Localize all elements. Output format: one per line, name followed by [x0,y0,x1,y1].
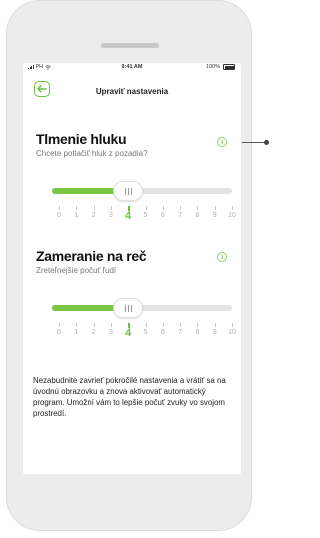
scale-tick [93,206,95,210]
scale-label: 3 [108,212,113,219]
speech-focus-title: Zameranie na reč [36,248,147,264]
scale-label: 6 [160,329,165,336]
slider-thumb[interactable] [113,181,144,201]
scale-label: 6 [160,212,165,219]
scale-label: 1 [74,212,79,219]
scale-label: 4 [125,327,132,339]
scale-tick [110,206,112,210]
app-screen: PH 9:41 AM 100% Upraviť nastavenia Tlmen… [23,63,241,474]
scale-label: 5 [143,329,148,336]
scale-label: 3 [108,329,113,336]
slider-thumb[interactable] [113,298,144,318]
scale-tick [214,323,216,327]
speech-focus-subtitle: Zreteľnejšie počuť ľudí [36,266,117,275]
scale-tick [232,323,233,327]
scale-label: 8 [195,212,200,219]
scale-label: 9 [212,212,217,219]
speech-focus-info-icon[interactable]: i [217,252,227,262]
scale-tick [162,206,164,210]
scale-tick [197,206,199,210]
scale-label: 4 [125,210,132,222]
status-bar: PH 9:41 AM 100% [23,63,241,73]
scale-label: 7 [178,329,183,336]
scale-tick [214,206,216,210]
settings-note: Nezabudnite zavrieť pokročilé nastavenia… [33,376,226,418]
scale-label: 1 [74,329,79,336]
speech-focus-slider[interactable] [52,298,232,318]
scale-tick [180,206,182,210]
scale-label: 0 [57,329,61,336]
scale-tick [162,323,164,327]
scale-tick [145,323,147,327]
scale-label: 10 [228,212,236,219]
scale-label: 2 [91,329,96,336]
scale-tick [110,323,112,327]
scale-label: 5 [143,212,148,219]
noise-reduction-info-icon[interactable]: i [217,137,227,147]
page-title: Upraviť nastavenia [95,87,169,96]
status-right: 100% [206,64,235,70]
scale-label: 0 [57,212,61,219]
scale-tick [145,206,147,210]
scale-tick [180,323,182,327]
phone-speaker [101,43,159,48]
scale-label: 8 [195,329,200,336]
battery-percent: 100% [205,64,220,70]
noise-reduction-slider[interactable] [52,181,232,201]
callout-line [242,142,265,143]
noise-reduction-subtitle: Chcete potlačiť hluk z pozadia? [36,149,148,158]
scale-tick [76,323,78,327]
scale-label: 2 [91,212,96,219]
scale-tick [197,323,199,327]
scale-tick [59,206,60,210]
noise-reduction-title: Tlmenie hluku [36,131,127,147]
callout-dot [264,140,269,145]
scale-label: 10 [228,329,236,336]
scale-tick [76,206,78,210]
battery-icon [223,64,235,70]
scale-label: 7 [178,212,183,219]
noise-reduction-scale: 0 1 2 3 4 5 6 7 8 9 10 [23,206,241,226]
scale-tick [232,206,233,210]
scale-label: 9 [212,329,217,336]
scale-tick [93,323,95,327]
speech-focus-scale: 0 1 2 3 4 5 6 7 8 9 10 [23,323,241,343]
scale-tick [59,323,60,327]
